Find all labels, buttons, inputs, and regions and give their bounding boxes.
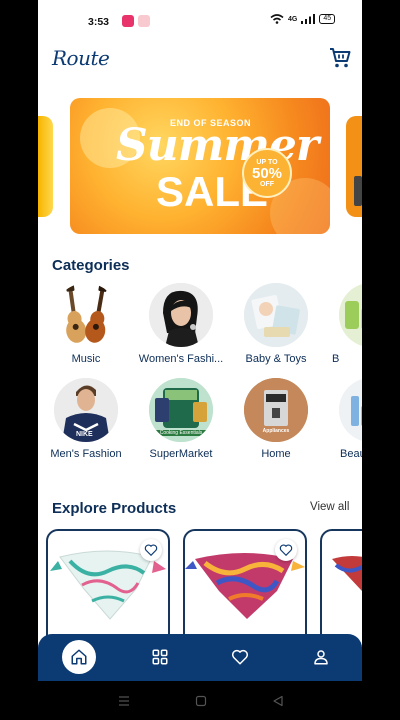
category-label: Beauty [340,448,362,460]
app-header: Route [38,40,362,80]
signal-icon [301,14,316,24]
category-label: Baby & Toys [245,353,307,365]
nav-wishlist[interactable] [223,640,257,674]
category-label: Home [261,448,291,460]
category-home[interactable]: Appliances Home [231,378,321,460]
nav-home[interactable] [62,640,96,674]
category-supermarket[interactable]: Cooking Essentials SuperMarket [136,378,226,460]
next-banner-peek[interactable] [346,116,362,217]
category-label: SuperMarket [149,448,213,460]
nav-categories[interactable] [143,640,177,674]
home-sublabel: Appliances [262,428,290,434]
summer-sale-banner[interactable]: END OF SEASON Summer SALE UP TO 50% OFF [70,98,330,234]
category-beauty[interactable]: Beauty [326,378,362,460]
man-portrait-icon: NIKE [54,378,118,442]
baby-products-icon [244,283,308,347]
supermarket-sublabel: Cooking Essentials [149,430,213,436]
network-type: 4G [288,15,298,23]
banner-carousel[interactable]: END OF SEASON Summer SALE UP TO 50% OFF [38,98,362,234]
guitar-icon [54,283,118,347]
category-music[interactable]: Music [41,283,131,365]
category-womens-fashion[interactable]: Women's Fashi... [136,283,226,365]
wishlist-heart-icon[interactable] [275,539,297,561]
categories-title: Categories [52,257,130,274]
menu-icon[interactable] [118,695,130,707]
explore-products-title: Explore Products [52,500,177,517]
system-navigation-bar [38,681,362,720]
product-card[interactable] [46,529,170,649]
category-label: Music [71,353,101,365]
grid-icon [152,649,168,665]
category-label: B [332,353,340,365]
category-baby-toys[interactable]: Baby & Toys [231,283,321,365]
discount-badge: UP TO 50% OFF [242,148,292,198]
status-time: 3:53 [88,16,110,28]
wifi-icon [270,14,284,24]
category-label: Men's Fashion [50,448,122,460]
product-card[interactable] [183,529,307,649]
nav-profile[interactable] [304,640,338,674]
grocery-icon: Cooking Essentials [149,378,213,442]
badge-value: 50% [251,165,283,182]
coffee-machine-icon: Appliances [244,378,308,442]
app-screen: 3:53 4G 45 Route END OF SEASON Summer SA… [38,0,362,681]
battery-indicator: 45 [319,14,336,24]
right-letterbox [362,0,400,720]
left-letterbox [0,0,38,720]
heart-icon [231,649,249,665]
view-all-link[interactable]: View all [310,501,349,513]
cart-icon[interactable] [328,46,352,70]
product-card[interactable] [320,529,362,649]
badge-bottom: OFF [260,181,274,188]
cosmetics-icon [339,378,362,442]
prev-banner-peek[interactable] [38,116,53,217]
back-icon[interactable] [272,695,284,707]
category-label: Women's Fashi... [138,353,224,365]
category-partial[interactable]: B [326,283,362,365]
category-mens-fashion[interactable]: NIKE Men's Fashion [41,378,131,460]
home-icon [71,649,87,665]
route-logo: Route [52,46,110,70]
scarf-image [332,556,362,591]
notification-app-icon [122,15,134,27]
svg-text:NIKE: NIKE [76,431,93,438]
notification-heart-icon [138,15,150,27]
bottom-navigation [38,634,362,681]
status-bar: 3:53 4G 45 [38,0,362,38]
home-square-icon[interactable] [195,695,207,707]
beauty-icon [339,283,362,347]
woman-portrait-icon [149,283,213,347]
wishlist-heart-icon[interactable] [140,539,162,561]
status-icons: 4G 45 [270,14,336,24]
user-icon [314,650,328,665]
